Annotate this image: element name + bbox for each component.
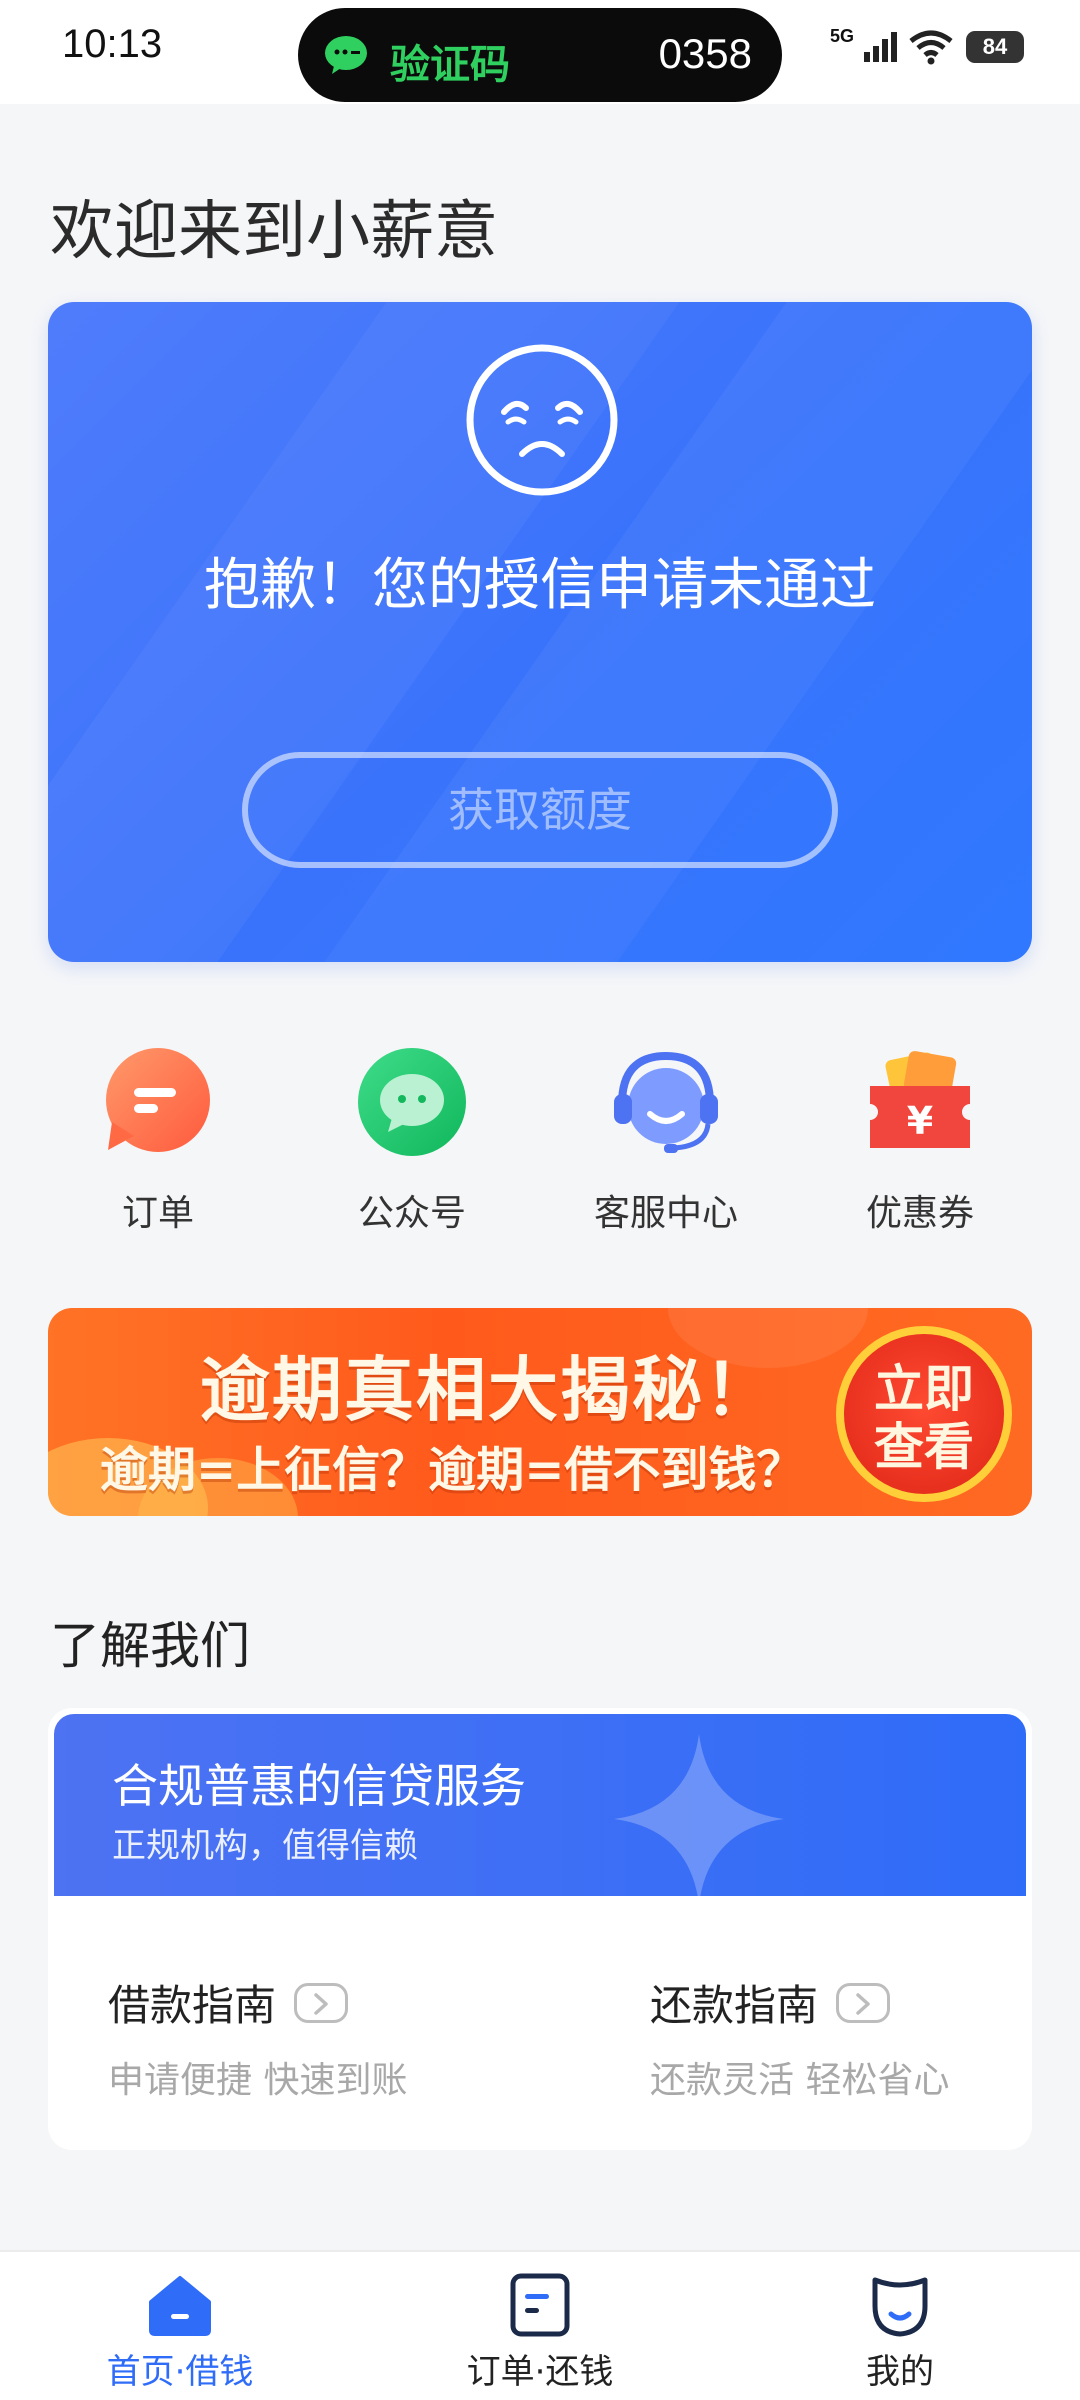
- notification-pill[interactable]: 验证码 0358: [298, 8, 782, 102]
- promo-title: 逾期真相大揭秘！: [200, 1349, 776, 1431]
- nav-orders-repay[interactable]: 订单·还钱: [390, 2252, 690, 2400]
- credit-rejection-message: 抱歉！您的授信申请未通过: [204, 553, 876, 618]
- battery-indicator: 84: [966, 31, 1024, 63]
- about-section-title: 了解我们: [50, 1617, 250, 1675]
- diamond-decoration-icon: [614, 1734, 784, 1896]
- quick-action-customer-service[interactable]: 客服中心: [556, 1028, 776, 1234]
- quick-action-label: 订单: [121, 1193, 194, 1234]
- quick-action-label: 优惠券: [865, 1193, 974, 1234]
- loan-guide-title: 借款指南: [108, 1981, 277, 2030]
- credit-status-card: 抱歉！您的授信申请未通过 获取额度: [48, 302, 1032, 962]
- page-title: 欢迎来到小薪意: [50, 195, 498, 269]
- svg-text:¥: ¥: [907, 1099, 933, 1143]
- quick-action-label: 客服中心: [593, 1193, 738, 1234]
- signal-icon: [864, 32, 897, 62]
- nav-mine[interactable]: 我的: [750, 2252, 1050, 2400]
- quick-action-label: 公众号: [357, 1193, 466, 1234]
- status-time: 10:13: [62, 22, 163, 66]
- promo-subtitle: 逾期=上征信？逾期=借不到钱？: [100, 1442, 805, 1498]
- overdue-promo-banner[interactable]: 逾期真相大揭秘！ 逾期=上征信？逾期=借不到钱？ 立即 查看: [48, 1308, 1032, 1516]
- nav-label: 订单·还钱: [466, 2352, 614, 2392]
- nav-label: 我的: [866, 2352, 934, 2392]
- about-header-subtitle: 正规机构，值得信赖: [112, 1826, 418, 1866]
- chevron-right-icon: [294, 1982, 349, 2023]
- order-list-icon: [510, 2273, 570, 2337]
- about-header-title: 合规普惠的信贷服务: [112, 1759, 526, 1813]
- about-card: 合规普惠的信贷服务 正规机构，值得信赖 借款指南 申请便捷 快速到账 还款指南 …: [48, 1708, 1032, 2150]
- bottom-nav: 首页·借钱 订单·还钱 我的: [0, 2250, 1080, 2400]
- nav-home-borrow[interactable]: 首页·借钱: [30, 2252, 330, 2400]
- quick-action-coupon[interactable]: ¥ 优惠券: [810, 1028, 1030, 1234]
- order-icon: [106, 1048, 210, 1152]
- profile-icon: [872, 2277, 928, 2337]
- view-now-label: 立即 查看: [844, 1360, 1004, 1476]
- wechat-icon: [325, 36, 367, 74]
- repayment-guide[interactable]: 还款指南 还款灵活 轻松省心: [650, 1972, 949, 2103]
- loan-guide-subtitle: 申请便捷 快速到账: [108, 2060, 408, 2101]
- wifi-icon: [909, 30, 953, 65]
- view-now-button[interactable]: 立即 查看: [836, 1326, 1012, 1502]
- quick-action-official-account[interactable]: 公众号: [302, 1028, 522, 1234]
- repayment-guide-subtitle: 还款灵活 轻松省心: [650, 2060, 950, 2101]
- home-icon: [149, 2276, 211, 2336]
- view-now-line1: 立即: [874, 1360, 974, 1418]
- network-type-label: 5G: [829, 26, 854, 46]
- repayment-guide-title: 还款指南: [650, 1981, 819, 2030]
- nav-label: 首页·借钱: [106, 2352, 254, 2392]
- quick-actions: 订单 公众号 客服中心 ¥ 优惠券: [0, 1028, 1080, 1234]
- customer-service-icon: [614, 1051, 718, 1153]
- coupon-icon: ¥: [870, 1051, 970, 1148]
- loan-guide[interactable]: 借款指南 申请便捷 快速到账: [108, 1972, 407, 2103]
- about-header: 合规普惠的信贷服务 正规机构，值得信赖: [54, 1714, 1026, 1896]
- verification-code: 0358: [658, 30, 752, 77]
- status-bar: 10:13 验证码 0358 5G 84: [0, 0, 1080, 104]
- quick-action-order[interactable]: 订单: [48, 1028, 268, 1234]
- view-now-line2: 查看: [874, 1418, 974, 1476]
- sad-face-icon: [466, 344, 618, 496]
- chevron-right-icon: [836, 1982, 891, 2023]
- wechat-official-icon: [358, 1048, 466, 1156]
- system-icons: 5G 84: [830, 24, 1024, 70]
- get-quota-button[interactable]: 获取额度: [242, 752, 838, 868]
- notification-label: 验证码: [390, 42, 510, 88]
